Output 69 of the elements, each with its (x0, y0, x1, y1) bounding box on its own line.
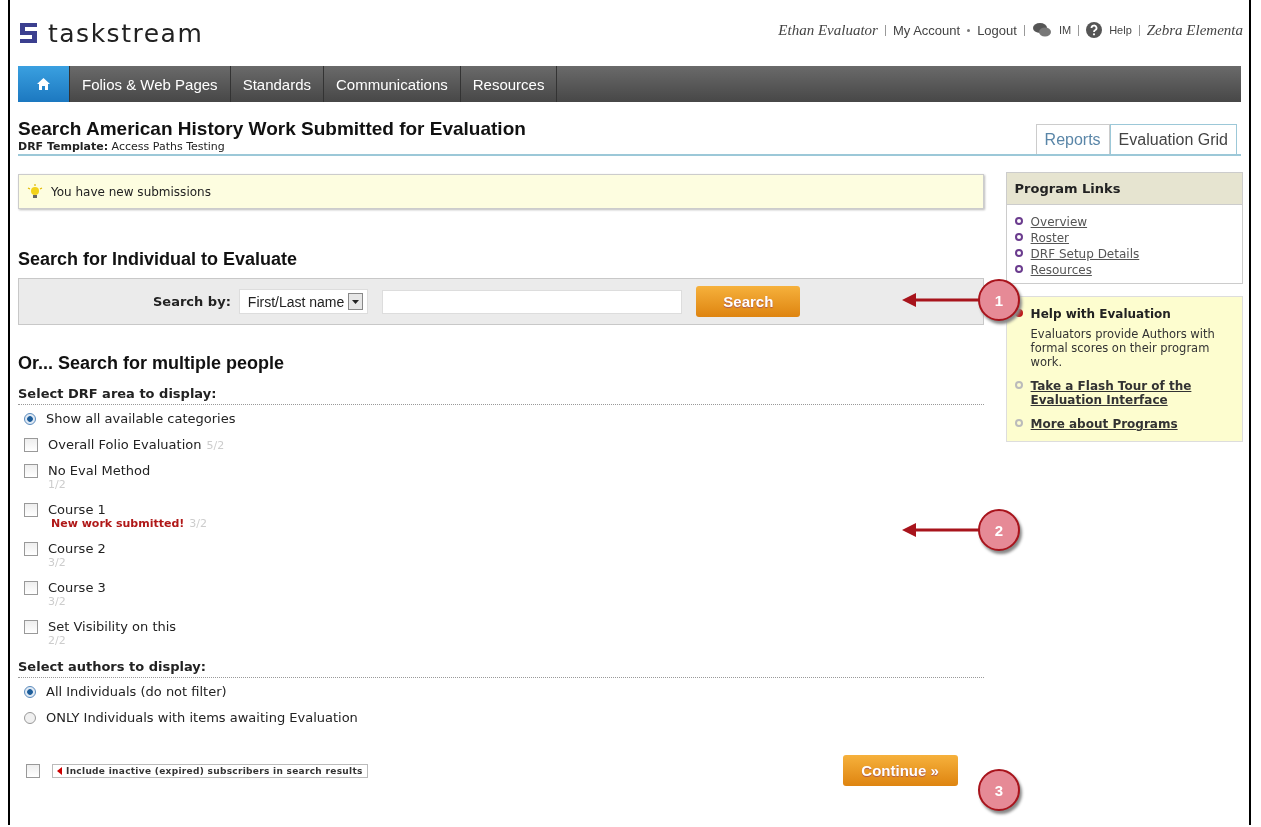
radio-button[interactable] (24, 686, 36, 698)
chat-icon[interactable] (1031, 22, 1052, 38)
checkbox[interactable] (24, 464, 38, 478)
option-label: All Individuals (do not filter) (46, 684, 227, 699)
program-link[interactable]: Overview (1030, 215, 1088, 229)
option-label: Course 2 (48, 541, 106, 556)
header-link[interactable]: Help (1109, 24, 1132, 36)
logo-icon (18, 21, 40, 45)
nav-tab[interactable]: Standards (230, 66, 324, 102)
user-name: Ethan Evaluator (778, 21, 878, 39)
tooltip-text: Include inactive (expired) subscribers in search results (66, 765, 363, 776)
checkbox[interactable] (24, 542, 38, 556)
search-type-select[interactable]: First/Last name (238, 289, 369, 314)
help-title: Help with Evaluation (1030, 307, 1171, 321)
new-work-note: New work submitted! (50, 517, 185, 530)
help-text: Evaluators provide Authors with formal scores on their program work. (1030, 327, 1216, 369)
program-link[interactable]: Roster (1030, 231, 1069, 245)
view-tab[interactable]: Reports (1035, 124, 1110, 154)
program-info-link[interactable]: More about Programs (1030, 417, 1178, 431)
dropdown-icon (348, 293, 364, 310)
nav-tab[interactable]: Folios & Web Pages (70, 66, 231, 102)
nav-tab[interactable]: Communications (324, 66, 461, 102)
notice-text: You have new submissions (51, 184, 211, 199)
option-label: Show all available categories (46, 411, 236, 426)
header-link[interactable]: Logout (977, 22, 1017, 38)
home-icon (37, 78, 50, 90)
help-icon[interactable] (1086, 22, 1103, 38)
header-link[interactable]: IM (1058, 24, 1072, 36)
program-link[interactable]: DRF Setup Details (1030, 247, 1140, 261)
option-label: ONLY Individuals with items awaiting Evaluation (46, 710, 358, 725)
radio-button[interactable] (24, 413, 36, 425)
panel-title: Program Links (1006, 173, 1242, 205)
checkbox[interactable] (24, 581, 38, 595)
nav-tab[interactable]: Resources (460, 66, 558, 102)
search-input[interactable] (382, 289, 683, 314)
checkbox[interactable] (24, 503, 38, 517)
bullet-icon (1014, 249, 1023, 257)
pointer-icon (57, 766, 62, 775)
option-label: Course 1 (48, 502, 106, 517)
callout-badge: 3 (978, 769, 1020, 811)
section-heading: Or... Search for multiple people (18, 353, 286, 374)
option-label: Set Visibility on this (48, 619, 177, 634)
home-tab[interactable] (18, 66, 70, 102)
header-link[interactable]: My Account (892, 22, 961, 38)
bullet-icon (1014, 265, 1023, 273)
page-title: Search American History Work Submitted for Evaluation (18, 118, 526, 140)
option-label: No Eval Method (48, 463, 151, 478)
callout-badge: 2 (978, 509, 1020, 551)
subsection-heading: Select authors to display: (18, 659, 984, 678)
checkbox[interactable] (24, 620, 38, 634)
lightbulb-icon (27, 183, 43, 200)
subsection-heading: Select DRF area to display: (18, 386, 984, 405)
checkbox[interactable] (24, 438, 38, 452)
bullet-icon (1014, 381, 1023, 389)
bullet-icon (1014, 419, 1023, 427)
checkbox[interactable] (26, 764, 40, 778)
radio-button[interactable] (24, 712, 36, 724)
view-tab[interactable]: Evaluation Grid (1109, 124, 1237, 154)
logo-text: taskstream (48, 18, 204, 48)
bullet-icon (1014, 233, 1023, 241)
bullet-icon (1014, 217, 1023, 225)
template-subtitle: DRF Template: Access Paths Testing (18, 140, 226, 153)
program-info-link[interactable]: Take a Flash Tour of the Evaluation Interface (1030, 379, 1234, 407)
section-heading: Search for Individual to Evaluate (18, 249, 299, 270)
organization-name: Zebra Elementa (1146, 21, 1243, 39)
program-link[interactable]: Resources (1030, 263, 1092, 277)
search-by-label: Search by: (153, 294, 231, 309)
option-label: Overall Folio Evaluation (48, 437, 202, 452)
option-label: Course 3 (48, 580, 106, 595)
